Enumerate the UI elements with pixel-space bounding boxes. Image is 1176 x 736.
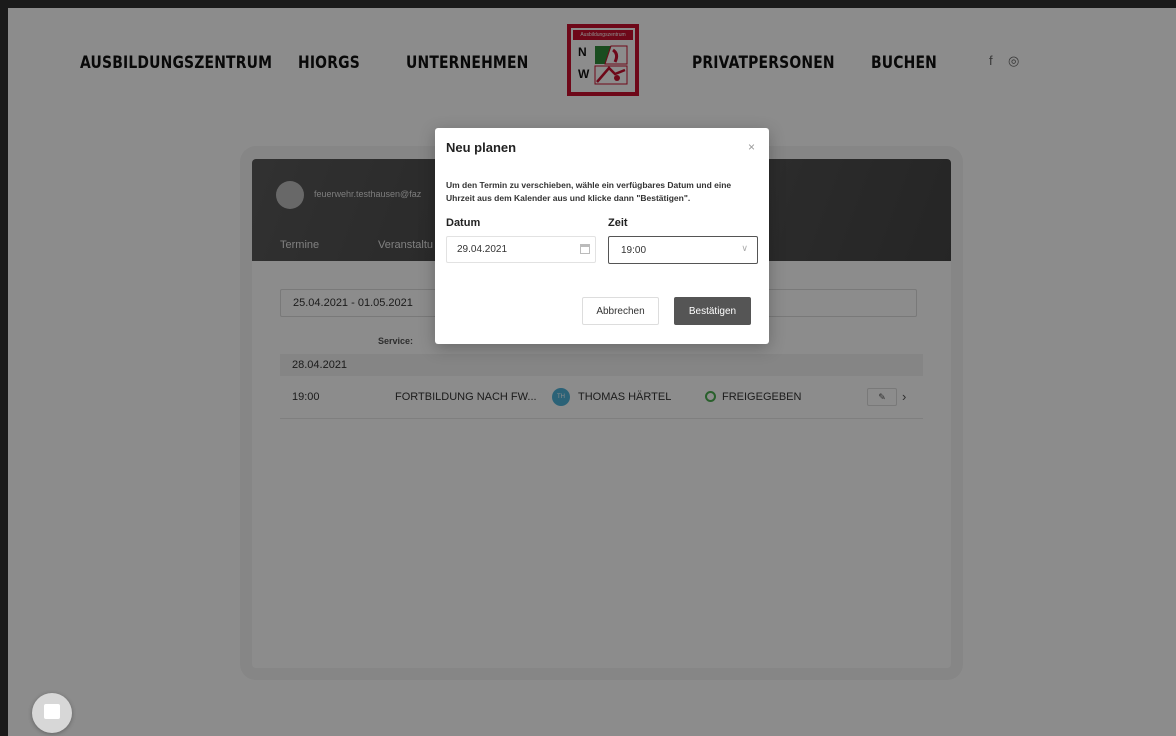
confirm-button[interactable]: Bestätigen [674,297,751,325]
date-label: Datum [446,217,481,229]
time-label: Zeit [608,217,628,229]
chevron-down-icon: ∨ [741,243,748,253]
dialog-description: Um den Termin zu verschieben, wähle ein … [446,180,732,203]
time-select[interactable]: 19:00 ∨ [608,236,758,264]
chat-widget-button[interactable] [32,693,72,733]
date-field[interactable] [446,236,596,263]
time-select-value: 19:00 [621,245,647,256]
chat-icon [44,704,60,719]
reschedule-dialog: Neu planen × Um den Termin zu verschiebe… [435,128,769,344]
dialog-title: Neu planen [446,140,517,155]
close-icon[interactable]: × [748,140,755,154]
modal-overlay[interactable] [8,8,1176,736]
cancel-button[interactable]: Abbrechen [582,297,659,325]
page: AUSBILDUNGSZENTRUM HIORGS UNTERNEHMEN Au… [0,0,1176,736]
calendar-icon[interactable] [580,244,590,254]
